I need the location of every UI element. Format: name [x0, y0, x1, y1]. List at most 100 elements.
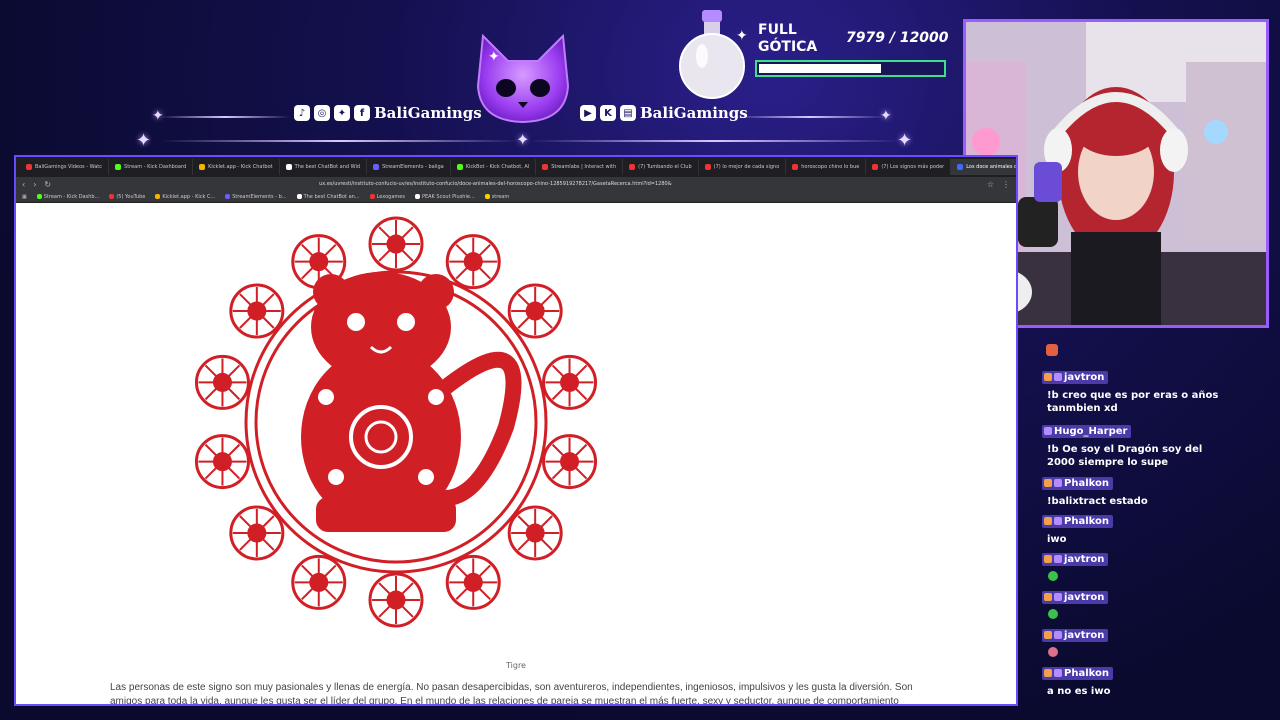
- channel-name: BaliGamings: [374, 104, 482, 122]
- tab-favicon-icon: [957, 164, 964, 170]
- chat-message: javtron: [1036, 624, 1109, 657]
- web-page: Tigre Las personas de este signo son muy…: [16, 203, 1016, 704]
- chat-message: javtron: [1036, 548, 1109, 581]
- crown-badge-icon: [1044, 517, 1052, 525]
- tab-label: StreamElements - baliga: [382, 164, 444, 170]
- twitter-icon: ✦: [334, 105, 350, 121]
- goal-title: FULL GÓTICA: [758, 22, 818, 55]
- crown-badge-icon: [1044, 479, 1052, 487]
- chat-text: !balixtract estado: [1047, 496, 1148, 507]
- tab-label: Los doce animales del: [966, 164, 1018, 170]
- browser-tab[interactable]: (7) lo mejor de cada signo: [699, 159, 787, 175]
- bookmark-star-icon[interactable]: ☆: [987, 180, 994, 189]
- tab-favicon-icon: [629, 164, 636, 170]
- bookmark-item[interactable]: (5) YouTube: [109, 194, 145, 200]
- chat-username[interactable]: javtron: [1042, 590, 1109, 604]
- sparkle-icon: ✦: [736, 28, 748, 44]
- browser-window: BaliGamings Videos - Watc Stream - Kick D…: [14, 155, 1018, 706]
- tab-favicon-icon: [285, 164, 292, 170]
- username-label: javtron: [1064, 591, 1105, 603]
- chat-username[interactable]: javtron: [1042, 370, 1109, 384]
- goal-progress-fill: [759, 64, 881, 73]
- menu-icon[interactable]: ⋮: [1002, 180, 1010, 189]
- username-label: javtron: [1064, 629, 1105, 641]
- chat-message: Hugo_Harper !b Oe soy el Dragón soy del 2…: [1036, 420, 1227, 469]
- tab-favicon-icon: [872, 164, 879, 170]
- bookmark-label: Stream - Kick Dashb...: [43, 193, 100, 200]
- tab-label: (7) Los signos más poder: [881, 164, 945, 170]
- chat-username[interactable]: Phalkon: [1042, 476, 1113, 490]
- apps-grid-icon[interactable]: ▦: [22, 194, 27, 200]
- browser-tab[interactable]: BaliGamings Videos - Watc: [20, 159, 110, 175]
- browser-tab[interactable]: KickBot - Kick Chatbot, Al: [451, 159, 537, 175]
- chat-message: Phalkon iwo: [1036, 510, 1227, 546]
- chat-text: iwo: [1047, 534, 1067, 545]
- tab-favicon-icon: [115, 164, 122, 170]
- emote-icon: [1048, 571, 1058, 581]
- username-label: Phalkon: [1064, 667, 1109, 679]
- browser-tab[interactable]: StreamElements - baliga: [367, 159, 451, 175]
- username-label: Hugo_Harper: [1054, 425, 1128, 437]
- chat-username[interactable]: Phalkon: [1042, 666, 1113, 680]
- tab-label: (7) Tumbando el Club: [638, 164, 692, 170]
- tiger-papercut-image: [194, 216, 598, 628]
- username-label: Phalkon: [1064, 515, 1109, 527]
- tab-label: Stream - Kick Dashboard: [124, 164, 187, 170]
- emote-icon: [1048, 647, 1058, 657]
- goal-progress-bar: [755, 60, 946, 77]
- bookmark-favicon-icon: [155, 194, 161, 199]
- crown-badge-icon: [1044, 631, 1052, 639]
- divider: [735, 116, 885, 118]
- forward-icon[interactable]: ›: [33, 180, 36, 189]
- crown-badge-icon: [1044, 593, 1052, 601]
- browser-tab[interactable]: Kicklet.app - Kick Chatbot: [193, 159, 280, 175]
- tab-favicon-icon: [542, 164, 549, 170]
- channel-name: BaliGamings: [640, 104, 748, 122]
- browser-tab[interactable]: (7) Los signos más poder: [866, 159, 952, 175]
- tab-label: The best ChatBot and Wid: [294, 164, 361, 170]
- kick-badge-icon: [1044, 427, 1052, 435]
- browser-tab[interactable]: Los doce animales del: [951, 159, 1018, 175]
- chat-username[interactable]: Phalkon: [1042, 514, 1113, 528]
- url-field[interactable]: ux.es/uvresti/instituto-confucio-uv/es/i…: [319, 181, 979, 187]
- reload-icon[interactable]: ↻: [44, 180, 51, 189]
- sub-badge-icon: [1054, 669, 1062, 677]
- chat-username[interactable]: javtron: [1042, 552, 1109, 566]
- browser-tab[interactable]: Streamlabs | Interact with: [536, 159, 624, 175]
- divider: [160, 140, 520, 142]
- sub-badge-icon: [1054, 631, 1062, 639]
- chat-message: javtron: [1036, 586, 1109, 619]
- bookmark-favicon-icon: [109, 194, 115, 199]
- tab-favicon-icon: [199, 164, 206, 170]
- chat-panel: javtron !b creo que es por eras o años ta…: [1036, 330, 1250, 700]
- address-bar: ‹ › ↻ ux.es/uvresti/instituto-confucio-u…: [16, 177, 1016, 191]
- crown-badge-icon: [1044, 555, 1052, 563]
- back-icon[interactable]: ‹: [22, 180, 25, 189]
- bookmark-favicon-icon: [36, 194, 42, 199]
- chat-message: Phalkon !balixtract estado: [1036, 472, 1227, 508]
- bookmark-item[interactable]: Stream - Kick Dashb...: [36, 193, 100, 200]
- divider: [160, 116, 290, 118]
- chat-message: Phalkon a no es iwo: [1036, 662, 1227, 698]
- emote-icon: [1048, 609, 1058, 619]
- tab-label: Streamlabs | Interact with: [551, 164, 617, 170]
- twitch-icon: ▤: [620, 105, 636, 121]
- chat-text: !b creo que es por eras o años tanmbien …: [1047, 390, 1219, 414]
- chat-username[interactable]: Hugo_Harper: [1042, 424, 1132, 438]
- kick-icon: K: [600, 105, 616, 121]
- browser-tab[interactable]: horoscopo chino lo bue: [786, 159, 867, 175]
- tab-favicon-icon: [456, 164, 463, 170]
- potion-icon: [679, 10, 745, 99]
- browser-tab[interactable]: Stream - Kick Dashboard: [109, 159, 194, 175]
- chat-text: !b Oe soy el Dragón soy del 2000 siempre…: [1047, 444, 1203, 468]
- browser-tab[interactable]: The best ChatBot and Wid: [280, 159, 368, 175]
- browser-tab[interactable]: (7) Tumbando el Club: [623, 159, 699, 175]
- chat-username[interactable]: javtron: [1042, 628, 1109, 642]
- tab-label: KickBot - Kick Chatbot, Al: [465, 164, 530, 170]
- sub-badge-icon: [1054, 517, 1062, 525]
- tab-favicon-icon: [704, 164, 711, 170]
- sub-badge-icon: [1054, 593, 1062, 601]
- crown-badge-icon: [1044, 669, 1052, 677]
- divider: [530, 140, 900, 142]
- tab-label: horoscopo chino lo bue: [801, 164, 860, 170]
